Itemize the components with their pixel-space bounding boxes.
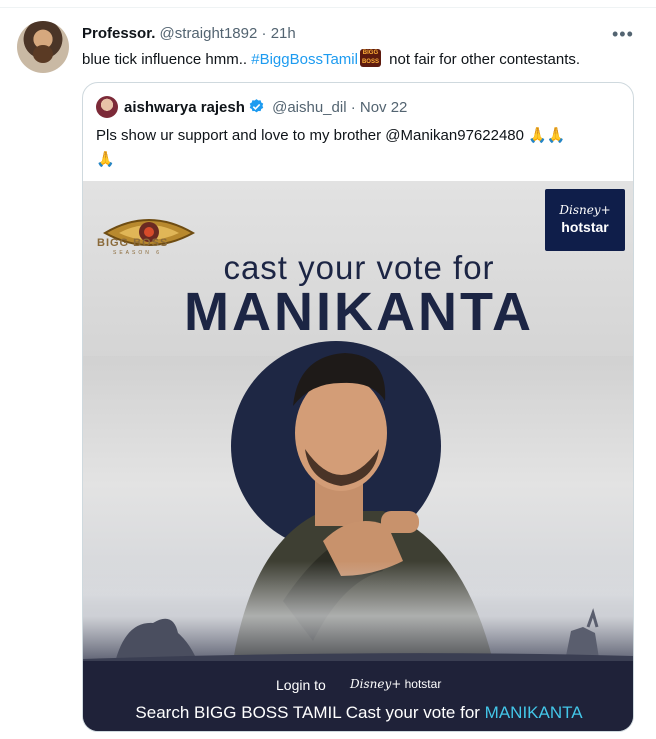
tweet-text-start: blue tick influence hmm..: [82, 51, 252, 68]
poster-image[interactable]: BIGG BOSS SEASON 6 Disney+ hotstar cast …: [83, 181, 633, 731]
quoted-separator-dot: ·: [350, 99, 356, 116]
login-disney-text: Disney+: [350, 677, 402, 691]
timeline-divider: [0, 0, 656, 8]
tweet-timestamp[interactable]: 21h: [271, 25, 296, 42]
author-name[interactable]: Professor.: [82, 25, 155, 42]
forest-silhouettes: [83, 608, 633, 671]
folded-hands-emoji: 🙏🙏: [528, 127, 566, 144]
quoted-tweet-header: aishwarya rajesh @aishu_dil · Nov 22: [124, 98, 407, 116]
more-horizontal-icon[interactable]: •••: [612, 24, 634, 45]
quoted-author-name[interactable]: aishwarya rajesh: [124, 99, 245, 116]
quoted-tweet-text: Pls show ur support and love to my broth…: [96, 124, 616, 172]
search-name: MANIKANTA: [484, 703, 583, 722]
avatar[interactable]: [17, 21, 69, 73]
login-prefix: Login to: [276, 677, 326, 693]
bigg-boss-emoji-icon: BIGG BOSS: [359, 49, 381, 67]
separator-dot: ·: [261, 25, 267, 42]
tweet-text-end: not fair for other contestants.: [384, 51, 581, 68]
search-instruction: Search BIGG BOSS TAMIL Cast your vote fo…: [83, 703, 633, 723]
search-prefix: Search BIGG BOSS TAMIL Cast your vote fo…: [135, 703, 485, 722]
quoted-tweet-card[interactable]: aishwarya rajesh @aishu_dil · Nov 22 Pls…: [82, 82, 634, 732]
author-handle[interactable]: @straight1892: [160, 25, 258, 42]
quoted-text-body: Pls show ur support and love to my broth…: [96, 127, 524, 144]
quoted-date[interactable]: Nov 22: [360, 99, 408, 116]
hashtag-link[interactable]: #BiggBossTamil: [251, 51, 358, 68]
login-disney-hotstar-logo: Disney+ hotstar: [350, 677, 441, 691]
verified-badge-icon: [249, 99, 264, 113]
tweet-header: Professor. @straight1892 · 21h: [82, 25, 296, 42]
quoted-author-handle[interactable]: @aishu_dil: [272, 99, 346, 116]
folded-hands-emoji-line2: 🙏: [96, 151, 115, 168]
quoted-avatar[interactable]: [96, 96, 118, 118]
tweet-text: blue tick influence hmm.. #BiggBossTamil…: [82, 49, 580, 70]
login-hotstar-text: hotstar: [404, 677, 442, 691]
